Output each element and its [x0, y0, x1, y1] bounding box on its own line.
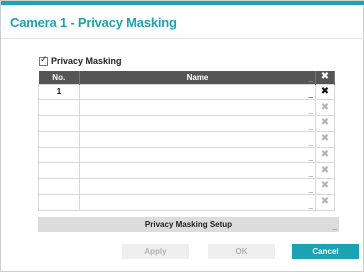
- text-cursor-icon: _: [308, 89, 313, 99]
- column-header-no: No.: [38, 71, 80, 84]
- row-number: [38, 99, 80, 116]
- dialog-title: Camera 1 - Privacy Masking: [10, 15, 177, 30]
- row-name-field[interactable]: _: [79, 115, 316, 132]
- privacy-mask-table: No. Name _ ✖ 1 _ ✖ _ ✖ _ ✖ _ ✖ _ ✖ _ ✖ _ ✖ _ ✖: [38, 71, 335, 211]
- row-number: [38, 146, 80, 164]
- privacy-masking-setup-button[interactable]: Privacy Masking Setup _: [38, 217, 339, 232]
- row-delete-cell: ✖: [315, 146, 335, 164]
- privacy-masking-dialog: Camera 1 - Privacy Masking ✓ Privacy Mas…: [0, 0, 364, 272]
- row-number: [38, 193, 80, 211]
- table-row[interactable]: _ ✖: [38, 178, 335, 195]
- table-row[interactable]: 1 _ ✖: [38, 83, 335, 101]
- text-cursor-icon: _: [308, 152, 313, 162]
- table-row[interactable]: _ ✖: [38, 146, 335, 164]
- row-number: [38, 162, 80, 179]
- privacy-masking-setup-label: Privacy Masking Setup: [144, 220, 233, 229]
- table-row[interactable]: _ ✖: [38, 162, 335, 179]
- delete-row-close-icon[interactable]: ✖: [321, 117, 329, 128]
- row-name-field[interactable]: _: [79, 178, 316, 195]
- row-delete-cell: ✖: [315, 99, 335, 116]
- row-number: 1: [38, 83, 80, 101]
- row-delete-cell: ✖: [315, 193, 335, 211]
- text-cursor-icon: _: [308, 183, 313, 193]
- delete-row-close-icon[interactable]: ✖: [321, 165, 329, 176]
- row-name-field[interactable]: _: [79, 130, 316, 148]
- row-name-field[interactable]: _: [79, 193, 316, 211]
- text-cursor-icon: _: [308, 73, 313, 83]
- row-delete-cell: ✖: [315, 178, 335, 195]
- row-delete-cell: ✖: [315, 115, 335, 132]
- delete-row-close-icon[interactable]: ✖: [321, 196, 329, 207]
- delete-row-close-icon[interactable]: ✖: [321, 102, 329, 113]
- row-number: [38, 115, 80, 132]
- dialog-top-accent-bar: [1, 1, 364, 5]
- text-cursor-icon: _: [308, 105, 313, 114]
- row-name-field[interactable]: _: [79, 162, 316, 179]
- column-header-name-label: Name: [186, 72, 209, 82]
- delete-row-close-icon[interactable]: ✖: [321, 133, 329, 144]
- privacy-masking-toggle[interactable]: ✓ Privacy Masking: [39, 54, 122, 66]
- table-row[interactable]: _ ✖: [38, 99, 335, 116]
- row-delete-cell: ✖: [315, 162, 335, 179]
- row-number: [38, 130, 80, 148]
- close-icon[interactable]: ✖: [321, 71, 329, 82]
- text-cursor-icon: _: [308, 120, 313, 130]
- title-divider: [1, 38, 364, 39]
- row-name-field[interactable]: _: [79, 146, 316, 164]
- privacy-masking-label: Privacy Masking: [51, 56, 122, 66]
- checkmark-icon: ✓: [40, 54, 48, 65]
- delete-row-close-icon[interactable]: ✖: [321, 149, 329, 160]
- text-cursor-icon: _: [332, 222, 337, 231]
- table-row[interactable]: _ ✖: [38, 130, 335, 148]
- privacy-masking-checkbox[interactable]: ✓: [39, 54, 48, 66]
- text-cursor-icon: _: [308, 199, 313, 209]
- text-cursor-icon: _: [308, 168, 313, 177]
- row-name-field[interactable]: _: [79, 99, 316, 116]
- column-header-name: Name _: [79, 71, 316, 84]
- cancel-button[interactable]: Cancel: [292, 244, 359, 259]
- ok-button[interactable]: OK: [208, 244, 275, 259]
- delete-row-close-icon[interactable]: ✖: [321, 180, 329, 191]
- column-header-delete[interactable]: ✖: [315, 71, 335, 84]
- row-number: [38, 178, 80, 195]
- row-delete-cell: ✖: [315, 83, 335, 101]
- table-row[interactable]: _ ✖: [38, 115, 335, 132]
- apply-button[interactable]: Apply: [122, 244, 189, 259]
- table-header-row: No. Name _ ✖: [38, 71, 335, 84]
- text-cursor-icon: _: [308, 136, 313, 146]
- delete-row-close-icon[interactable]: ✖: [321, 86, 329, 97]
- row-delete-cell: ✖: [315, 130, 335, 148]
- table-row[interactable]: _ ✖: [38, 193, 335, 211]
- row-name-field[interactable]: _: [79, 83, 316, 101]
